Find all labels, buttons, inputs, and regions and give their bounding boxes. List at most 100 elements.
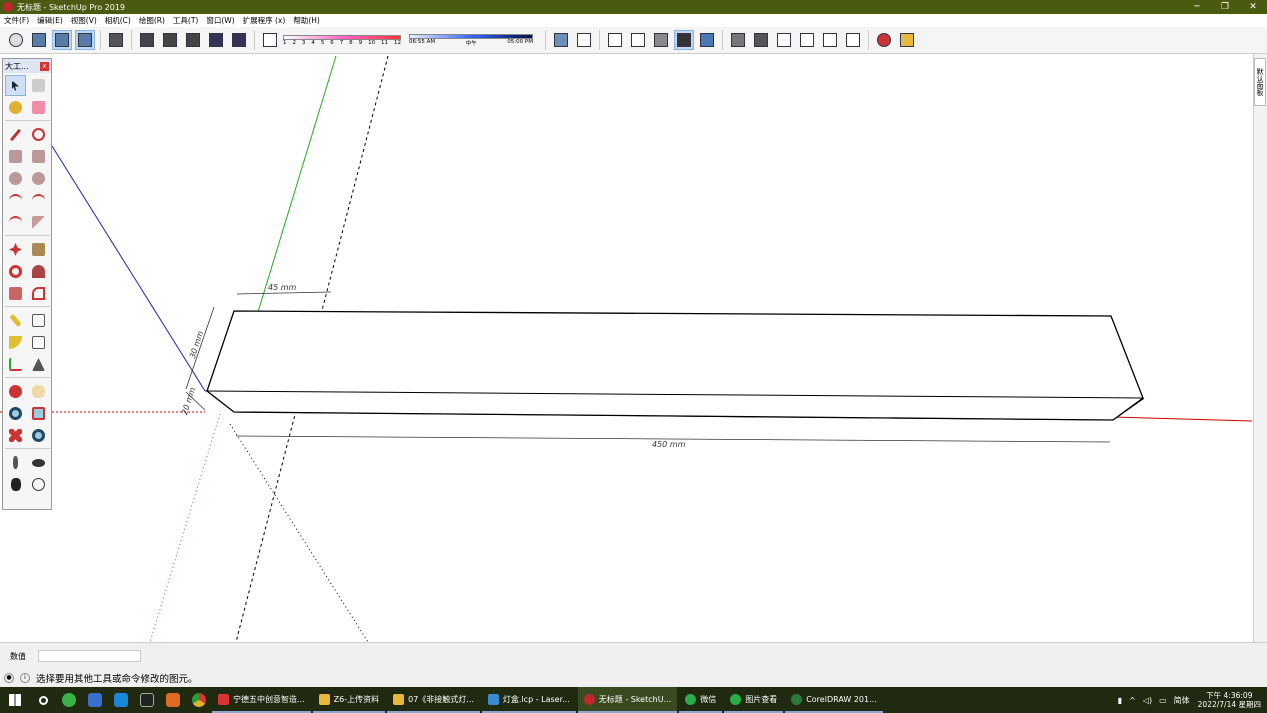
menu-extensions[interactable]: 扩展程序 (x) [243, 15, 286, 26]
scale-tool[interactable] [5, 283, 26, 304]
pinned-java[interactable] [162, 689, 184, 711]
walk-tool[interactable] [5, 474, 26, 495]
geo-location-button[interactable] [874, 30, 894, 50]
follow-me-tool[interactable] [28, 261, 49, 282]
rotated-rectangle-tool[interactable] [28, 146, 49, 167]
ime-indicator[interactable]: 简体 [1174, 695, 1190, 706]
restore-button[interactable]: ❐ [1211, 2, 1239, 12]
house-2-button[interactable] [797, 30, 817, 50]
offset-tool[interactable] [28, 283, 49, 304]
menu-tools[interactable]: 工具(T) [173, 15, 198, 26]
taskbar-item[interactable]: 图片查看 [724, 687, 784, 713]
menu-draw[interactable]: 绘图(R) [139, 15, 165, 26]
info-icon[interactable]: i [20, 673, 30, 683]
house-4-button[interactable] [843, 30, 863, 50]
taskbar-item[interactable]: 07《非接触式灯... [387, 687, 480, 713]
paint-bucket-tool[interactable] [5, 97, 26, 118]
select-tool[interactable] [5, 75, 26, 96]
dim-20-label[interactable]: 20 mm [180, 386, 197, 416]
arc-tool[interactable] [5, 190, 26, 211]
home-button[interactable] [774, 30, 794, 50]
eraser-tool[interactable] [28, 97, 49, 118]
shadows-toggle-button[interactable] [260, 30, 280, 50]
3d-text-tool[interactable] [28, 354, 49, 375]
line-tool[interactable] [5, 124, 26, 145]
dimension-tool[interactable] [28, 310, 49, 331]
text-tool[interactable] [28, 332, 49, 353]
zoom-tool[interactable] [5, 403, 26, 424]
axes-tool[interactable] [5, 354, 26, 375]
minimize-button[interactable]: ─ [1183, 2, 1211, 12]
protractor-tool[interactable] [5, 332, 26, 353]
network-icon[interactable]: ▭ [1159, 696, 1167, 705]
back-view-button[interactable] [160, 30, 180, 50]
house-3-button[interactable] [820, 30, 840, 50]
3d-warehouse-button[interactable] [751, 30, 771, 50]
menu-view[interactable]: 视图(V) [71, 15, 97, 26]
polygon-tool[interactable] [28, 168, 49, 189]
menu-window[interactable]: 窗口(W) [206, 15, 234, 26]
hidden-line-button[interactable] [628, 30, 648, 50]
measurements-input[interactable] [38, 650, 141, 662]
default-tray-tab[interactable]: 默认面板 [1254, 58, 1266, 106]
monochrome-button[interactable] [697, 30, 717, 50]
start-button[interactable] [0, 694, 30, 706]
circle-tool[interactable] [5, 168, 26, 189]
panel-close-button[interactable]: x [40, 61, 49, 71]
menu-edit[interactable]: 编辑(E) [37, 15, 63, 26]
taskbar-item-sketchup[interactable]: 无标题 - SketchU... [577, 687, 678, 713]
tape-measure-tool[interactable] [5, 310, 26, 331]
pinned-chrome[interactable] [188, 689, 210, 711]
push-pull-tool[interactable] [28, 239, 49, 260]
two-point-arc-tool[interactable] [28, 190, 49, 211]
xray-style-button[interactable] [551, 30, 571, 50]
shadow-date-slider[interactable]: 1 2 3 4 5 6 7 8 9 10 11 12 [283, 34, 401, 46]
close-button[interactable]: ✕ [1239, 2, 1267, 12]
orbit-tool[interactable] [5, 381, 26, 402]
pinned-terminal[interactable] [136, 689, 158, 711]
dim-30-label[interactable]: 30 mm [188, 330, 205, 360]
clock[interactable]: 下午 4:36:09 2022/7/14 星期四 [1198, 691, 1261, 709]
volume-icon[interactable]: ◁) [1143, 696, 1152, 705]
pan-button[interactable] [29, 30, 49, 50]
position-camera-tool[interactable] [5, 452, 26, 473]
shaded-button[interactable] [651, 30, 671, 50]
pan-tool[interactable] [28, 381, 49, 402]
right-view-button[interactable] [137, 30, 157, 50]
taskbar-item[interactable]: 微信 [679, 687, 723, 713]
taskbar-item[interactable]: 宁德五中创意智造... [212, 687, 311, 713]
component-button[interactable] [728, 30, 748, 50]
iso-view-button[interactable] [52, 30, 72, 50]
shaded-textures-button[interactable] [674, 30, 694, 50]
extension-warehouse-button[interactable] [897, 30, 917, 50]
pinned-vscode[interactable] [110, 689, 132, 711]
bottom-view-button[interactable] [206, 30, 226, 50]
orbit-button[interactable] [6, 30, 26, 50]
previous-view-tool[interactable] [28, 425, 49, 446]
back-edges-button[interactable] [574, 30, 594, 50]
menu-camera[interactable]: 相机(C) [105, 15, 131, 26]
wireframe-button[interactable] [605, 30, 625, 50]
front-view-button[interactable] [106, 30, 126, 50]
dim-45-label[interactable]: 45 mm [268, 283, 297, 292]
look-around-tool[interactable] [28, 452, 49, 473]
menu-file[interactable]: 文件(F) [4, 15, 29, 26]
show-hidden-icons-icon[interactable]: ^ [1129, 696, 1136, 705]
dim-450-label[interactable]: 450 mm [652, 440, 686, 449]
section-plane-tool[interactable] [28, 474, 49, 495]
xray-button[interactable] [229, 30, 249, 50]
box-top-face[interactable] [206, 310, 1144, 421]
taskbar-item[interactable]: 灯盒.lcp - Laser... [481, 687, 576, 713]
freehand-tool[interactable] [28, 124, 49, 145]
taskbar-item[interactable]: CorelDRAW 201... [785, 687, 883, 713]
taskbar-item[interactable]: Z6-上传资料 [312, 687, 386, 713]
pinned-app-2[interactable] [84, 689, 106, 711]
pinned-app-1[interactable] [58, 689, 80, 711]
zoom-window-tool[interactable] [28, 403, 49, 424]
shadow-time-slider[interactable]: 06:55 AM 中午 05:00 PM [409, 33, 533, 47]
modeling-viewport[interactable]: 45 mm 30 mm 20 mm 450 mm [0, 54, 1253, 642]
pie-tool[interactable] [28, 212, 49, 233]
rectangle-tool[interactable] [5, 146, 26, 167]
battery-icon[interactable]: ▮ [1118, 696, 1122, 705]
geo-location-icon[interactable]: ● [4, 673, 14, 683]
